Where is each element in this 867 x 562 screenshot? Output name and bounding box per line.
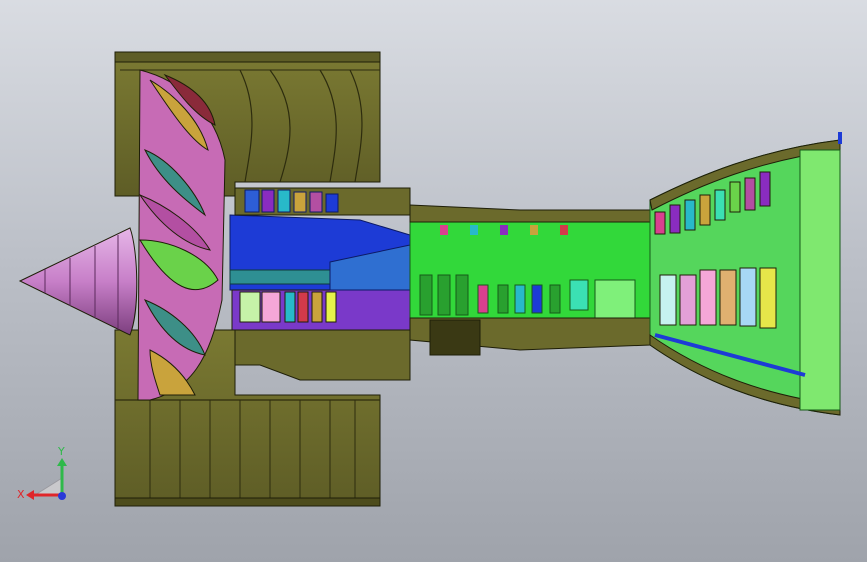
x-axis-label: X [17,488,25,501]
x-axis-arrow [26,490,34,500]
hp-compressor-section [409,204,651,321]
spinner-nose-cone [18,227,138,336]
y-axis-label: Y [57,445,65,458]
z-axis-dot [58,492,66,500]
cad-viewport[interactable]: X Y [0,0,867,562]
y-axis-arrow [57,458,67,466]
orientation-triad: X Y [17,445,67,501]
turbine-nozzle-section [649,132,842,416]
